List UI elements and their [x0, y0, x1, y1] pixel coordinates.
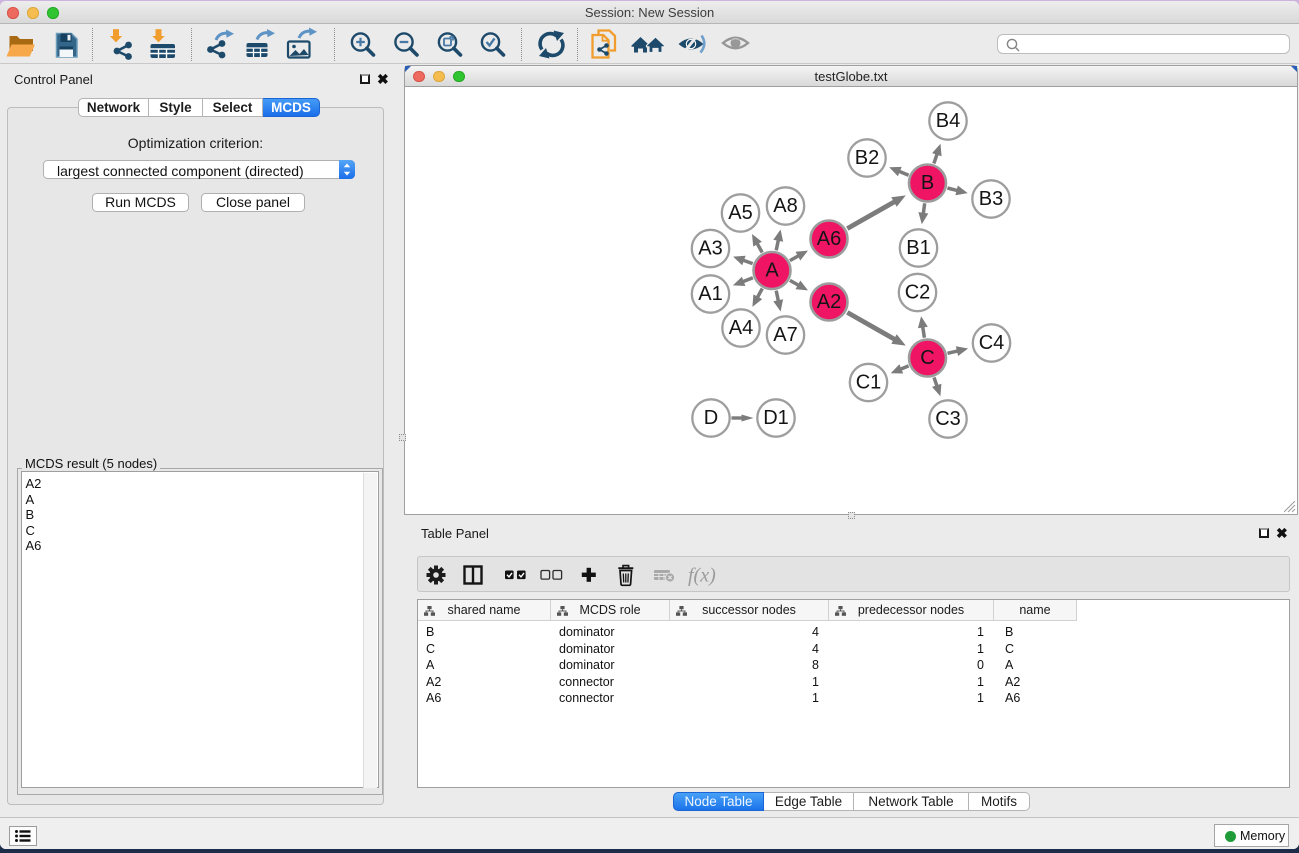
svg-text:A2: A2 — [817, 291, 841, 313]
svg-text:B3: B3 — [979, 188, 1003, 210]
svg-text:C4: C4 — [979, 332, 1005, 354]
svg-text:B4: B4 — [936, 110, 960, 132]
svg-text:B: B — [921, 172, 934, 194]
svg-text:A: A — [765, 260, 779, 282]
svg-text:C3: C3 — [935, 408, 961, 430]
svg-text:A8: A8 — [773, 195, 797, 217]
svg-text:A3: A3 — [698, 238, 722, 260]
svg-text:A7: A7 — [773, 324, 797, 346]
svg-text:f(x): f(x) — [688, 565, 716, 587]
svg-text:D1: D1 — [763, 407, 789, 429]
svg-text:B1: B1 — [906, 237, 930, 259]
svg-text:D: D — [704, 407, 718, 429]
svg-text:A5: A5 — [728, 202, 752, 224]
svg-text:A4: A4 — [729, 317, 753, 339]
svg-text:B2: B2 — [855, 147, 879, 169]
svg-text:C: C — [920, 347, 934, 369]
svg-text:C1: C1 — [856, 372, 882, 394]
svg-text:C2: C2 — [905, 282, 931, 304]
svg-text:A6: A6 — [817, 228, 841, 250]
svg-text:A1: A1 — [698, 283, 722, 305]
